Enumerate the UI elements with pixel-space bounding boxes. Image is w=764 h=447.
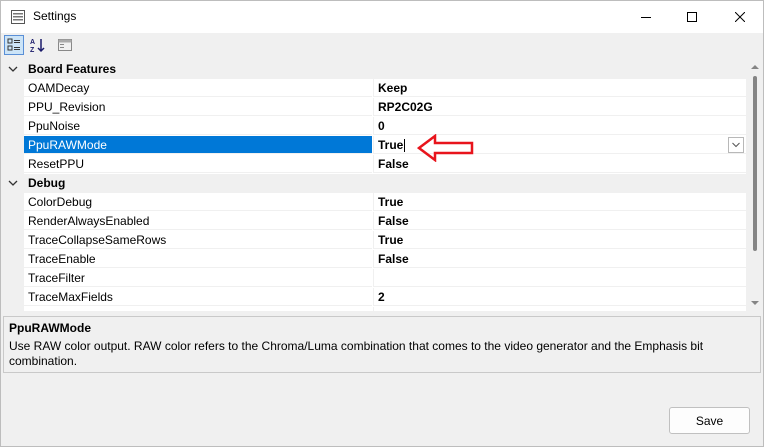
property-value[interactable]: RP2C02G (373, 98, 746, 116)
property-pages-icon (58, 39, 72, 51)
property-value[interactable]: 0 (373, 117, 746, 135)
property-name[interactable]: TraceEnable (24, 250, 372, 268)
categorized-view-button[interactable] (4, 35, 24, 55)
help-title: PpuRAWMode (9, 321, 91, 335)
minimize-button[interactable] (623, 1, 669, 33)
category-label: Debug (28, 176, 66, 190)
text-caret (404, 139, 406, 153)
category-debug[interactable]: Debug (3, 174, 746, 193)
chevron-down-icon[interactable] (8, 178, 18, 188)
category-label: Board Features (28, 62, 117, 76)
settings-window: Settings A Z Board Features OAMDecay Kee… (0, 0, 764, 447)
property-name-cutoff[interactable] (24, 307, 372, 311)
property-name[interactable]: TraceMaxFields (24, 288, 372, 306)
help-pane: PpuRAWMode Use RAW color output. RAW col… (3, 316, 761, 373)
property-row-partial[interactable] (3, 307, 746, 311)
property-row[interactable]: RenderAlwaysEnabled False (3, 212, 746, 231)
title-bar: Settings (1, 1, 763, 33)
scroll-down-icon[interactable] (751, 300, 759, 306)
maximize-icon (687, 12, 697, 22)
property-name[interactable]: TraceCollapseSameRows (24, 231, 372, 249)
settings-app-icon (11, 10, 25, 24)
help-description: Use RAW color output. RAW color refers t… (9, 339, 704, 368)
scrollbar-thumb[interactable] (753, 76, 757, 251)
property-value[interactable] (373, 269, 746, 287)
save-button[interactable]: Save (669, 407, 750, 434)
property-value[interactable]: False (373, 250, 746, 268)
property-toolbar: A Z (1, 33, 763, 57)
alphabetical-view-button[interactable]: A Z (27, 35, 47, 55)
window-title: Settings (33, 9, 77, 23)
sort-az-icon: A Z (30, 39, 45, 53)
property-row[interactable]: ColorDebug True (3, 193, 746, 212)
property-pages-button[interactable] (55, 35, 75, 55)
property-row[interactable]: TraceFilter (3, 269, 746, 288)
vertical-scrollbar[interactable] (748, 60, 762, 311)
category-board-features[interactable]: Board Features (3, 60, 746, 79)
property-name[interactable]: PPU_Revision (24, 98, 372, 116)
property-value[interactable]: True (373, 231, 746, 249)
scroll-up-icon[interactable] (751, 64, 759, 70)
property-row[interactable]: TraceEnable False (3, 250, 746, 269)
property-row-selected[interactable]: PpuRAWMode True (3, 136, 746, 155)
property-name[interactable]: TraceFilter (24, 269, 372, 287)
categorized-icon (7, 38, 20, 51)
property-name[interactable]: RenderAlwaysEnabled (24, 212, 372, 230)
property-row[interactable]: TraceCollapseSameRows True (3, 231, 746, 250)
chevron-down-icon (732, 142, 740, 148)
value-dropdown-button[interactable] (728, 137, 744, 153)
property-row[interactable]: PPU_Revision RP2C02G (3, 98, 746, 117)
chevron-down-icon[interactable] (8, 64, 18, 74)
property-value-cutoff[interactable] (373, 307, 746, 311)
property-row[interactable]: OAMDecay Keep (3, 79, 746, 98)
property-grid[interactable]: Board Features OAMDecay Keep PPU_Revisio… (3, 60, 746, 311)
property-value[interactable]: 2 (373, 288, 746, 306)
property-name[interactable]: PpuNoise (24, 117, 372, 135)
svg-text:Z: Z (30, 47, 35, 53)
annotation-arrow-icon (417, 134, 474, 162)
svg-text:A: A (30, 39, 35, 46)
property-name[interactable]: ResetPPU (24, 155, 372, 173)
property-name[interactable]: OAMDecay (24, 79, 372, 97)
property-value[interactable]: True (373, 193, 746, 211)
property-value[interactable]: False (373, 212, 746, 230)
close-button[interactable] (717, 1, 763, 33)
property-row[interactable]: TraceMaxFields 2 (3, 288, 746, 307)
maximize-button[interactable] (669, 1, 715, 33)
property-name[interactable]: PpuRAWMode (24, 136, 372, 154)
property-row[interactable]: PpuNoise 0 (3, 117, 746, 136)
property-value[interactable]: Keep (373, 79, 746, 97)
property-row[interactable]: ResetPPU False (3, 155, 746, 174)
close-icon (735, 12, 745, 22)
minimize-icon (641, 17, 651, 18)
property-value-text[interactable]: True (378, 138, 403, 152)
property-name[interactable]: ColorDebug (24, 193, 372, 211)
